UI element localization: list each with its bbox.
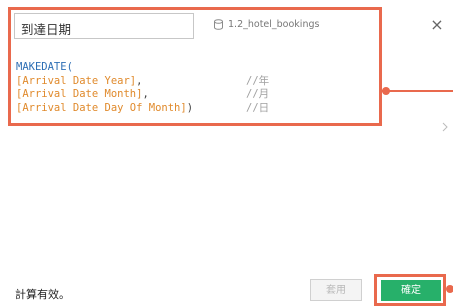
apply-button[interactable]: 套用 — [310, 279, 362, 301]
punctuation: , — [136, 74, 143, 87]
data-source-label: 1.2_hotel_bookings — [213, 19, 319, 30]
close-icon[interactable]: × — [428, 16, 446, 34]
formula-line: MAKEDATE( — [16, 61, 193, 75]
callout-dot — [446, 285, 453, 293]
data-source-name: 1.2_hotel_bookings — [228, 19, 320, 30]
calculated-field-dialog: 到達日期 1.2_hotel_bookings × MAKEDATE( [Arr… — [0, 0, 453, 308]
field-reference: [Arrival Date Year] — [16, 74, 137, 87]
formula-line: [Arrival Date Month], //月 — [16, 88, 269, 102]
field-reference: [Arrival Date Day Of Month] — [16, 101, 187, 114]
code-comment: //年 — [246, 74, 270, 87]
field-reference: [Arrival Date Month] — [16, 88, 143, 100]
punctuation: ) — [186, 101, 194, 114]
scroll-arrow-icon — [442, 122, 448, 132]
database-icon — [214, 19, 223, 30]
status-message: 計算有效。 — [15, 288, 70, 301]
ok-button[interactable]: 確定 — [381, 280, 441, 301]
formula-editor[interactable]: MAKEDATE( [Arrival Date Year], //年 [Arriv… — [16, 61, 269, 116]
callout-connector — [382, 90, 453, 92]
punctuation: , — [142, 88, 149, 100]
callout-dot — [382, 87, 390, 95]
calc-name-input[interactable]: 到達日期 — [14, 13, 194, 39]
function-name: MAKEDATE( — [16, 61, 73, 73]
formula-line: [Arrival Date Day Of Month]) //日 — [16, 101, 269, 116]
code-comment: //月 — [246, 88, 270, 100]
code-comment: //日 — [246, 101, 270, 114]
formula-line: [Arrival Date Year], //年 — [16, 74, 269, 89]
